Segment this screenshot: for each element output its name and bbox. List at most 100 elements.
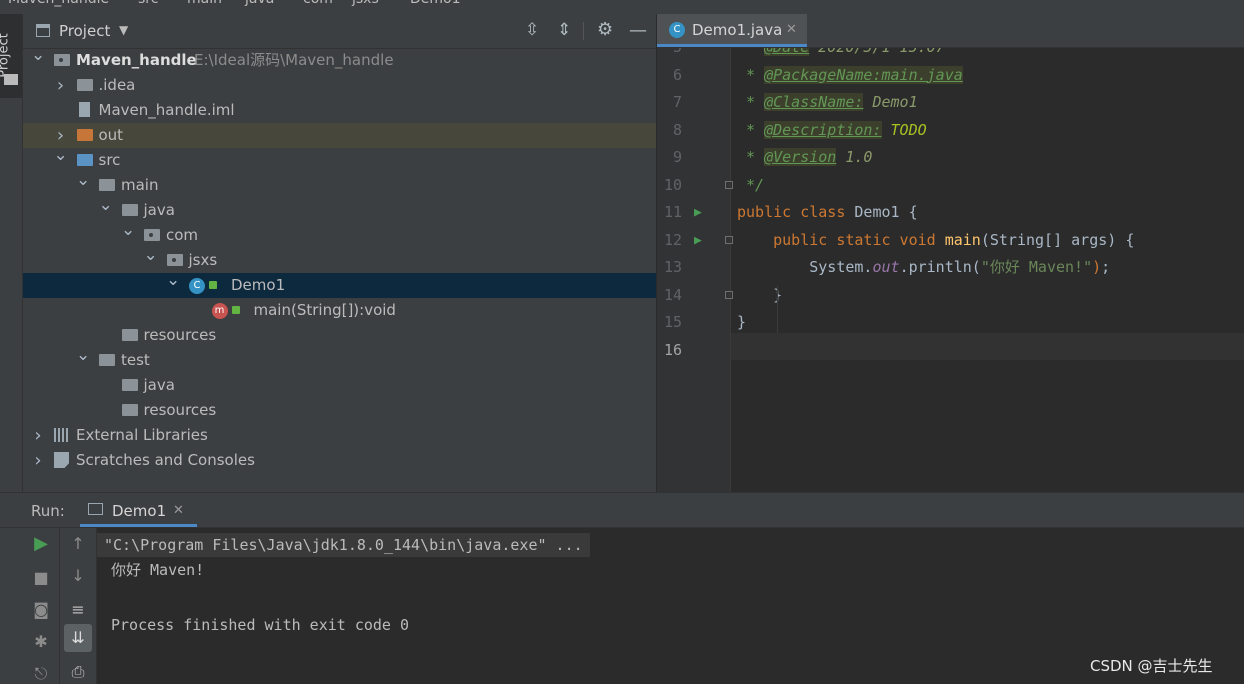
tree-item[interactable]: ⌄ main [23, 170, 656, 198]
lock-icon [231, 306, 240, 314]
code-line: 7 * @ClassName: Demo1 [657, 89, 1244, 117]
scroll-to-end-toggle[interactable]: ⇊ [64, 624, 92, 652]
chevron-right-icon[interactable]: › [31, 448, 45, 473]
tree-item[interactable]: ⌄ Maven_handle E:\Ideal源码\Maven_handle [23, 45, 656, 73]
line-number: 11 [663, 203, 682, 221]
project-tab-label: Project [0, 33, 12, 78]
tree-item-label: src [98, 151, 121, 169]
console-exit-line: Process finished with exit code 0 [111, 616, 410, 634]
run-tab[interactable]: Demo1 ✕ [80, 493, 197, 527]
tree-item[interactable]: Maven_handle.iml [23, 98, 656, 123]
watermark: CSDN @吉士先生 [1090, 657, 1213, 675]
folder-icon [121, 329, 138, 341]
breadcrumb-item[interactable]: src [138, 0, 158, 7]
code-line: 8 * @Description: TODO [657, 117, 1244, 145]
editor-tab-label: Demo1.java [692, 21, 783, 39]
fold-marker-icon[interactable] [725, 180, 733, 189]
breadcrumb-item[interactable]: main [187, 0, 222, 7]
arrow-down-icon[interactable]: ↓ [68, 566, 88, 586]
console-command-line: "C:\Program Files\Java\jdk1.8.0_144\bin\… [97, 533, 590, 557]
tree-item[interactable]: › External Libraries [23, 423, 656, 448]
chevron-right-icon[interactable]: › [31, 423, 45, 448]
chevron-down-icon[interactable]: ⌄ [76, 168, 90, 193]
tree-item[interactable]: java [23, 373, 656, 398]
fold-marker-icon[interactable] [725, 235, 733, 244]
tree-item-label: java [143, 376, 175, 394]
code-editor[interactable]: 5 * @Date 2020/5/1 15:076 * @PackageName… [657, 48, 1244, 492]
arrow-up-icon[interactable]: ↑ [68, 534, 88, 554]
tree-item[interactable]: ⌄ java [23, 195, 656, 223]
stop-icon[interactable]: ■ [31, 568, 51, 588]
project-view-title[interactable]: Project [59, 22, 110, 40]
tree-item[interactable]: ⌄ com [23, 220, 656, 248]
console-icon [88, 503, 103, 515]
code-line: 13 System.out.println("你好 Maven!"); [657, 254, 1244, 282]
tree-item[interactable]: resources [23, 323, 656, 348]
line-number: 12 [663, 230, 682, 249]
print-icon[interactable]: ⎙ [68, 662, 88, 682]
tree-item[interactable]: ⌄ C Demo1 [23, 270, 656, 298]
fold-marker-icon[interactable] [725, 290, 733, 299]
rerun-icon[interactable]: ▶ [31, 534, 51, 554]
tab-demo1-java[interactable]: C Demo1.java ✕ [657, 14, 807, 47]
source-folder-icon [76, 154, 93, 166]
run-gutter-icon[interactable]: ▶ [694, 199, 702, 227]
code-text: * @Description: TODO [737, 120, 927, 139]
code-line: 11 ▶ public class Demo1 { [657, 199, 1244, 227]
breadcrumb-item[interactable]: com [303, 0, 333, 7]
tree-item-label: resources [143, 326, 217, 344]
class-icon: C [189, 278, 205, 294]
tree-item[interactable]: › Scratches and Consoles [23, 448, 656, 473]
tree-item[interactable]: ⌄ jsxs [23, 245, 656, 273]
breadcrumb-item[interactable]: jsxs [352, 0, 379, 7]
line-number: 6 [672, 65, 682, 84]
tree-item-label: Demo1 [231, 276, 286, 294]
code-line: 5 * @Date 2020/5/1 15:07 [657, 48, 1244, 62]
chevron-down-icon[interactable]: ⌄ [31, 43, 45, 68]
tree-item[interactable]: › out [23, 123, 656, 148]
tree-item-label: .idea [98, 76, 136, 94]
breadcrumb-item[interactable]: Demo1 [410, 0, 461, 7]
line-number: 14 [663, 285, 682, 304]
exit-icon[interactable]: ⎋ [31, 664, 51, 684]
chevron-right-icon[interactable]: › [54, 73, 68, 98]
run-toolbar-secondary: ↑ ↓ ≡ ⇊ ⎙ [60, 528, 97, 684]
expand-all-icon[interactable]: ⇳ [525, 20, 539, 40]
tree-item[interactable]: resources [23, 398, 656, 423]
console-output[interactable]: "C:\Program Files\Java\jdk1.8.0_144\bin\… [97, 528, 1244, 684]
close-icon[interactable]: ✕ [173, 503, 184, 518]
project-tool-window-tab[interactable]: Project [0, 14, 22, 98]
scroll-to-end-icon: ⇊ [71, 628, 85, 647]
chevron-down-icon[interactable]: ⌄ [166, 268, 180, 293]
collapse-all-icon[interactable]: ⇕ [557, 20, 571, 40]
breadcrumb-item[interactable]: Maven_handle [8, 0, 109, 7]
tree-item-label: test [121, 351, 150, 369]
chevron-down-icon[interactable]: ⌄ [76, 343, 90, 368]
line-number: 16 [663, 340, 682, 359]
code-text: public static void main(String[] args) { [737, 230, 1135, 249]
tree-item[interactable]: ⌄ test [23, 345, 656, 373]
chevron-down-icon[interactable]: ⌄ [99, 193, 113, 218]
tree-item-label: Maven_handle.iml [98, 101, 235, 119]
camera-icon[interactable]: ◙ [31, 600, 51, 620]
chevron-down-icon[interactable]: ⌄ [144, 243, 158, 268]
breadcrumb-item[interactable]: java [245, 0, 274, 7]
tree-item[interactable]: ⌄ src [23, 145, 656, 173]
gear-icon[interactable]: ⚙ [597, 19, 613, 40]
chevron-down-icon[interactable]: ▼ [119, 23, 128, 37]
line-number: 13 [663, 258, 682, 276]
tree-item-label: main(String[]):void [253, 301, 396, 319]
soft-wrap-icon[interactable]: ≡ [68, 600, 88, 620]
folder-icon [121, 204, 138, 216]
tree-item[interactable]: › .idea [23, 73, 656, 98]
minimize-icon[interactable]: — [629, 20, 647, 41]
chevron-down-icon[interactable]: ⌄ [121, 218, 135, 243]
debug-icon[interactable]: ✱ [31, 632, 51, 652]
tree-item-label: resources [143, 401, 217, 419]
run-gutter-icon[interactable]: ▶ [694, 227, 702, 255]
folder-icon [121, 379, 138, 391]
run-tab-label: Demo1 [112, 502, 167, 520]
close-icon[interactable]: ✕ [786, 22, 797, 37]
chevron-down-icon[interactable]: ⌄ [54, 143, 68, 168]
tree-item[interactable]: m main(String[]):void [23, 298, 656, 323]
